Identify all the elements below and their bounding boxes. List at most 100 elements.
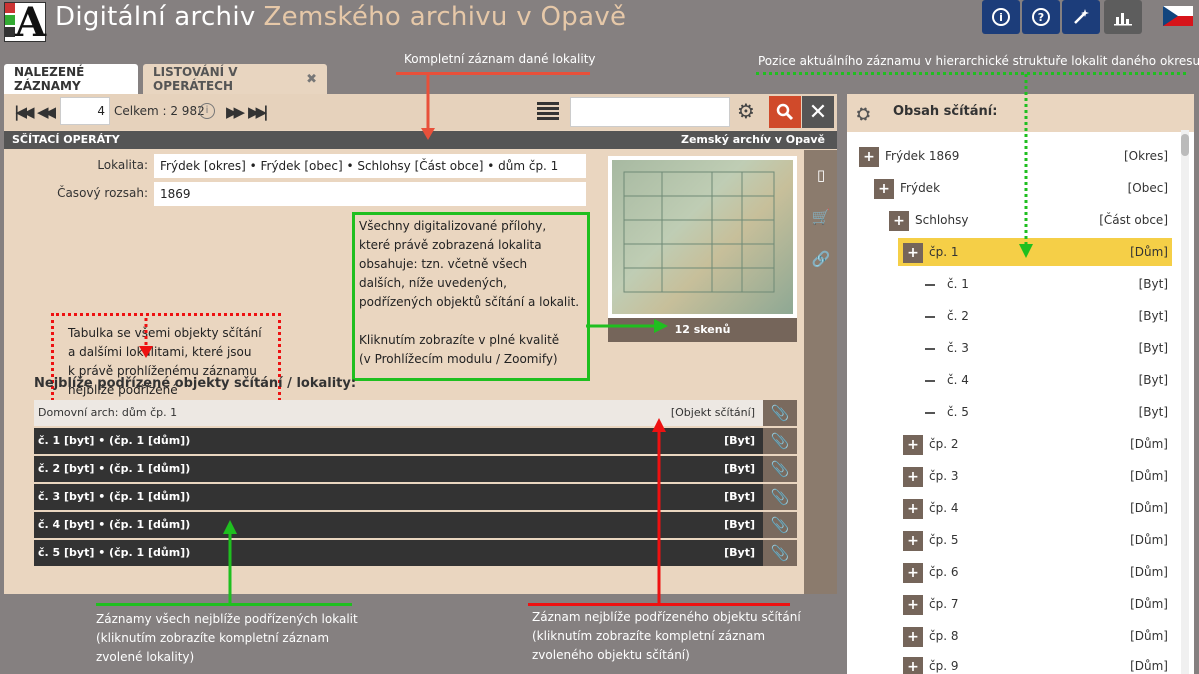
czech-flag[interactable] — [1163, 6, 1193, 26]
tree-item-type: [Okres] — [1123, 149, 1168, 163]
table-row[interactable]: Domovní arch: dům čp. 1 [Objekt sčítání]… — [34, 400, 797, 426]
help-icon: ? — [1032, 8, 1050, 26]
annotation-bottom-left: Záznamy všech nejblíže podřízených lokal… — [96, 610, 358, 667]
expand-icon[interactable]: + — [903, 466, 923, 487]
pdf-icon[interactable]: ▯ — [810, 166, 832, 188]
tree-item[interactable]: č. 5 [Byt] — [925, 398, 1172, 426]
clear-button[interactable]: ✕ — [802, 96, 834, 128]
tree-item[interactable]: + čp. 5 [Dům] — [903, 526, 1172, 554]
table-row[interactable]: č. 5 [byt] • (čp. 1 [dům]) [Byt] 📎 — [34, 540, 797, 566]
expand-icon[interactable]: + — [874, 178, 894, 199]
tree-item-selected[interactable]: + čp. 1 [Dům] — [898, 238, 1172, 266]
table-row[interactable]: č. 3 [byt] • (čp. 1 [dům]) [Byt] 📎 — [34, 484, 797, 510]
expand-icon[interactable]: + — [903, 626, 923, 647]
tree-item[interactable]: č. 3 [Byt] — [925, 334, 1172, 362]
table-row[interactable]: č. 4 [byt] • (čp. 1 [dům]) [Byt] 📎 — [34, 512, 797, 538]
paperclip-icon[interactable]: 📎 — [763, 456, 797, 482]
annotation-arrow — [421, 74, 435, 140]
tree-item-type: [Dům] — [1130, 629, 1168, 643]
annotation-underline — [756, 72, 1186, 75]
expand-icon[interactable]: + — [903, 656, 923, 674]
expand-icon[interactable]: + — [903, 242, 923, 263]
tree-item[interactable]: + čp. 8 [Dům] — [903, 622, 1172, 650]
annotation-line: obsahuje: tzn. včetně všech — [359, 257, 528, 271]
tree-item[interactable]: č. 4 [Byt] — [925, 366, 1172, 394]
tree-item-type: [Byt] — [1138, 277, 1168, 291]
tree-item[interactable]: č. 2 [Byt] — [925, 302, 1172, 330]
row-type: [Objekt sčítání] — [670, 406, 755, 419]
last-record-icon[interactable]: ▶▶| — [248, 103, 268, 121]
row-name: č. 3 [byt] • (čp. 1 [dům]) — [38, 490, 191, 503]
tree-item[interactable]: + čp. 4 [Dům] — [903, 494, 1172, 522]
tree-item-type: [Byt] — [1138, 373, 1168, 387]
record-number-input[interactable]: 4 — [60, 97, 110, 125]
tree-item-label: č. 4 — [947, 373, 969, 387]
expand-icon[interactable]: + — [859, 146, 879, 167]
magic-wand-button[interactable] — [1062, 0, 1100, 34]
leaf-icon — [925, 411, 935, 414]
gear-icon[interactable]: ⚙ — [737, 99, 755, 123]
leaf-icon — [925, 283, 935, 286]
tree-item-label: čp. 3 — [929, 469, 959, 483]
tree-item-label: Frýdek 1869 — [885, 149, 960, 163]
hierarchy-icon: ⛭ — [857, 104, 870, 123]
link-icon[interactable]: 🔗 — [810, 250, 832, 272]
expand-icon[interactable]: + — [903, 434, 923, 455]
close-icon[interactable]: ✖ — [306, 72, 317, 87]
expand-icon[interactable]: + — [903, 562, 923, 583]
tree-item[interactable]: + čp. 6 [Dům] — [903, 558, 1172, 586]
search-input[interactable] — [570, 97, 730, 127]
tree-item-label: č. 1 — [947, 277, 969, 291]
leaf-icon — [925, 347, 935, 350]
stats-icon — [1114, 13, 1132, 26]
first-record-icon[interactable]: |◀◀ — [14, 103, 34, 121]
tab-browse-operates[interactable]: LISTOVÁNÍ V OPERÁTECH ✖ — [143, 64, 327, 94]
tree-item-label: čp. 5 — [929, 533, 959, 547]
search-button[interactable] — [769, 96, 801, 128]
cart-icon[interactable]: 🛒 — [810, 208, 832, 230]
expand-icon[interactable]: + — [903, 498, 923, 519]
table-row[interactable]: č. 2 [byt] • (čp. 1 [dům]) [Byt] 📎 — [34, 456, 797, 482]
stats-button[interactable] — [1104, 0, 1142, 34]
tree-scrollbar[interactable] — [1181, 130, 1189, 674]
tree-item-type: [Byt] — [1138, 405, 1168, 419]
annotation-line: Záznam nejblíže podřízeného objektu sčít… — [532, 610, 801, 624]
tree-item-type: [Dům] — [1130, 245, 1168, 259]
next-record-icon[interactable]: ▶▶ — [226, 103, 245, 121]
annotation-line: Všechny digitalizované přílohy, — [359, 219, 547, 233]
expand-icon[interactable]: + — [903, 530, 923, 551]
scan-thumbnail[interactable] — [608, 156, 797, 318]
paperclip-icon[interactable]: 📎 — [763, 512, 797, 538]
tree-item[interactable]: + Frýdek 1869 [Okres] — [859, 142, 1172, 170]
app-title-main: Digitální archiv — [55, 2, 256, 32]
prev-record-icon[interactable]: ◀◀ — [37, 103, 56, 121]
tree-item[interactable]: + čp. 2 [Dům] — [903, 430, 1172, 458]
help-button[interactable]: ? — [1022, 0, 1060, 34]
paperclip-icon[interactable]: 📎 — [763, 540, 797, 566]
annotation-line: Tabulka se všemi objekty sčítání — [68, 326, 262, 340]
annotation-top-center: Kompletní záznam dané lokality — [404, 52, 596, 66]
tree-item-type: [Dům] — [1130, 469, 1168, 483]
tree-item[interactable]: č. 1 [Byt] — [925, 270, 1172, 298]
tree-item-label: čp. 7 — [929, 597, 959, 611]
info-icon[interactable]: i — [199, 103, 215, 119]
paperclip-icon[interactable]: 📎 — [763, 484, 797, 510]
info-button[interactable]: i — [982, 0, 1020, 34]
paperclip-icon[interactable]: 📎 — [763, 400, 797, 426]
expand-icon[interactable]: + — [889, 210, 909, 231]
table-row[interactable]: č. 1 [byt] • (čp. 1 [dům]) [Byt] 📎 — [34, 428, 797, 454]
logo[interactable]: A — [4, 0, 46, 46]
list-view-icon[interactable] — [537, 102, 559, 120]
tree-item[interactable]: + čp. 9 [Dům] — [903, 652, 1172, 674]
leaf-icon — [925, 379, 935, 382]
expand-icon[interactable]: + — [903, 594, 923, 615]
paperclip-icon[interactable]: 📎 — [763, 428, 797, 454]
tree-item-label: čp. 9 — [929, 659, 959, 673]
tree-item-label: Schlohsy — [915, 213, 969, 227]
tree-item[interactable]: + čp. 3 [Dům] — [903, 462, 1172, 490]
tab-found-records[interactable]: NALEZENÉ ZÁZNAMY — [4, 64, 138, 94]
tree-title: Obsah sčítání: — [893, 104, 998, 119]
tree-item[interactable]: + čp. 7 [Dům] — [903, 590, 1172, 618]
tree-item-label: č. 5 — [947, 405, 969, 419]
annotation-bottom-right: Záznam nejblíže podřízeného objektu sčít… — [532, 608, 801, 665]
